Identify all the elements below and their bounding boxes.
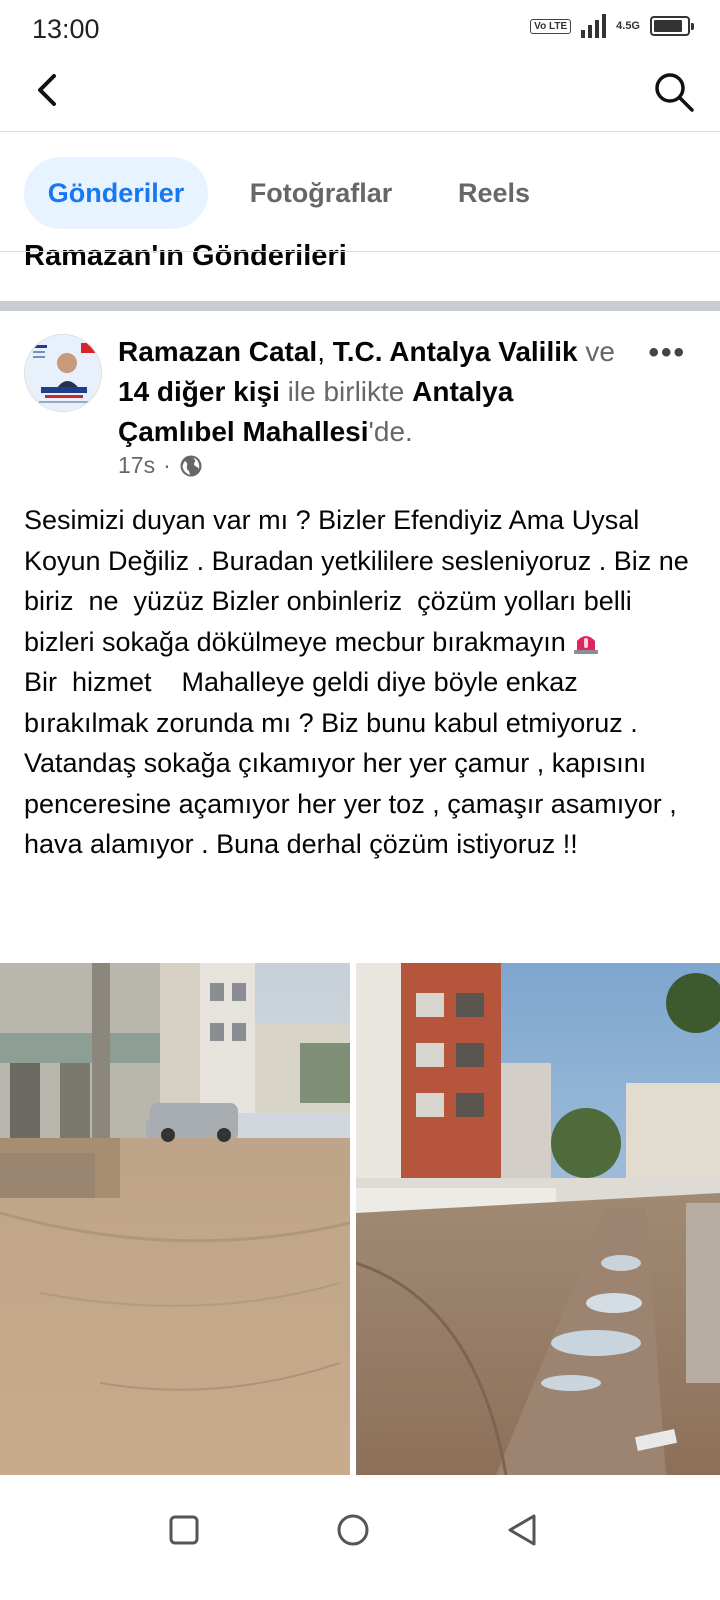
meta-dot: ·	[163, 452, 171, 478]
tab-photos[interactable]: Fotoğraflar	[236, 157, 406, 229]
system-nav-bar	[0, 1478, 720, 1600]
network-type-label: 4.5G	[616, 20, 640, 32]
status-icons: Vo LTE 4.5G	[530, 14, 694, 38]
tab-reels[interactable]: Reels	[440, 157, 548, 229]
back-button[interactable]	[26, 68, 70, 112]
profile-tabs: Gönderiler Fotoğraflar Reels	[0, 133, 720, 251]
avatar[interactable]	[24, 334, 102, 412]
post-text-paragraph-2: Bir hizmet Mahalleye geldi diye böyle en…	[24, 667, 685, 859]
post-text: Sesimizi duyan var mı ? Bizler Efendiyiz…	[24, 500, 700, 865]
search-button[interactable]	[650, 68, 698, 116]
signal-icon	[581, 14, 607, 38]
post-more-button[interactable]: •••	[648, 336, 686, 370]
section-divider	[0, 301, 720, 311]
chevron-left-icon	[38, 74, 56, 106]
muddy-street-photo-2[interactable]	[356, 963, 720, 1475]
tabs-divider	[0, 251, 720, 252]
volte-icon: Vo LTE	[530, 18, 572, 34]
post-time[interactable]: 17s	[118, 452, 155, 479]
nav-back-button[interactable]	[498, 1506, 546, 1554]
globe-icon	[180, 455, 202, 476]
tab-posts[interactable]: Gönderiler	[24, 157, 208, 229]
battery-icon	[650, 16, 694, 36]
triangle-back-icon	[508, 1514, 536, 1546]
muddy-street-photo-1[interactable]	[0, 963, 350, 1475]
location-suffix: 'de.	[368, 416, 413, 447]
status-time: 13:00	[32, 14, 100, 44]
with-suffix: ile birlikte	[287, 376, 405, 407]
tagged-page[interactable]: T.C. Antalya Valilik	[333, 336, 578, 367]
post-header: Ramazan Catal, T.C. Antalya Valilik ve 1…	[118, 332, 628, 452]
tag-separator: ,	[317, 336, 333, 367]
author-name[interactable]: Ramazan Catal	[118, 336, 317, 367]
post-photos	[0, 963, 720, 1475]
app-header	[0, 58, 720, 132]
status-bar: 13:00 Vo LTE 4.5G	[0, 0, 720, 58]
home-button[interactable]	[329, 1506, 377, 1554]
rotating-light-icon	[573, 635, 598, 654]
post-meta: 17s ·	[118, 452, 203, 479]
circle-icon	[337, 1514, 369, 1546]
others-link[interactable]: 14 diğer kişi	[118, 376, 280, 407]
search-icon	[655, 73, 694, 112]
with-prefix: ve	[585, 336, 615, 367]
recents-button[interactable]	[160, 1506, 208, 1554]
square-icon	[169, 1515, 199, 1545]
avatar-image	[25, 335, 101, 411]
